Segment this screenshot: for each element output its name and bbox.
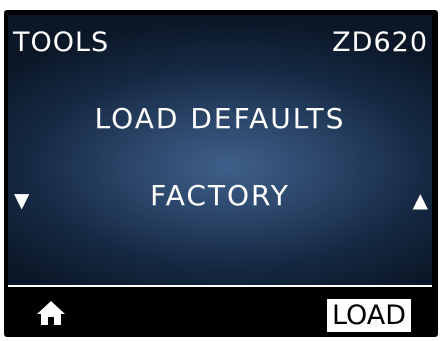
load-button[interactable]: LOAD: [327, 299, 411, 332]
printer-display: TOOLS ZD620 LOAD DEFAULTS ▼ FACTORY ▲ LO…: [8, 15, 432, 332]
home-icon: [37, 301, 65, 325]
softkey-bar: LOAD: [8, 285, 432, 332]
menu-title: LOAD DEFAULTS: [94, 102, 346, 135]
printer-model: ZD620: [332, 27, 428, 58]
menu-name: TOOLS: [13, 27, 110, 58]
home-button[interactable]: [36, 299, 66, 327]
next-option-arrow[interactable]: ▲: [413, 190, 428, 210]
selected-option: FACTORY: [150, 179, 290, 212]
device-bezel: TOOLS ZD620 LOAD DEFAULTS ▼ FACTORY ▲ LO…: [0, 0, 443, 341]
